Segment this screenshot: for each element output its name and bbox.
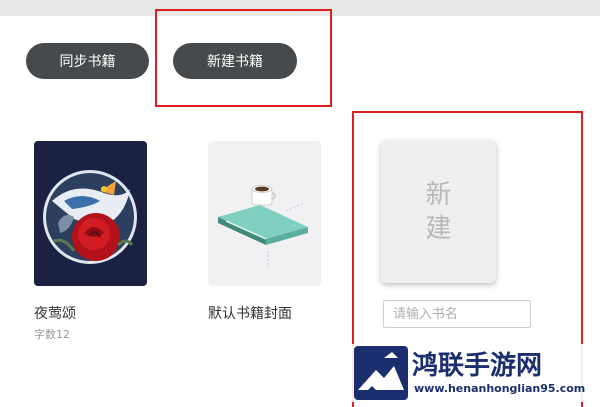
book-cover-nightingale[interactable] <box>34 141 147 286</box>
new-card-text-2: 建 <box>425 213 452 244</box>
new-card-text-1: 新 <box>425 179 452 210</box>
book-name-input[interactable] <box>383 300 531 328</box>
watermark-logo-icon <box>354 346 408 400</box>
sync-books-button[interactable]: 同步书籍 <box>26 43 149 79</box>
book-title[interactable]: 默认书籍封面 <box>208 303 292 323</box>
watermark: 鸿联手游网 www.henanhonglian95.com <box>352 344 600 402</box>
book-word-count: 字数12 <box>34 328 70 341</box>
book-title[interactable]: 夜莺颂 <box>34 303 76 323</box>
watermark-title: 鸿联手游网 <box>412 351 543 381</box>
default-book-cover[interactable] <box>208 141 321 286</box>
rose-artwork <box>43 170 137 264</box>
book-coffee-illustration <box>218 185 308 267</box>
highlight-new-button <box>155 9 332 107</box>
new-book-card[interactable]: 新 建 <box>381 140 496 283</box>
watermark-url: www.henanhonglian95.com <box>414 382 586 395</box>
